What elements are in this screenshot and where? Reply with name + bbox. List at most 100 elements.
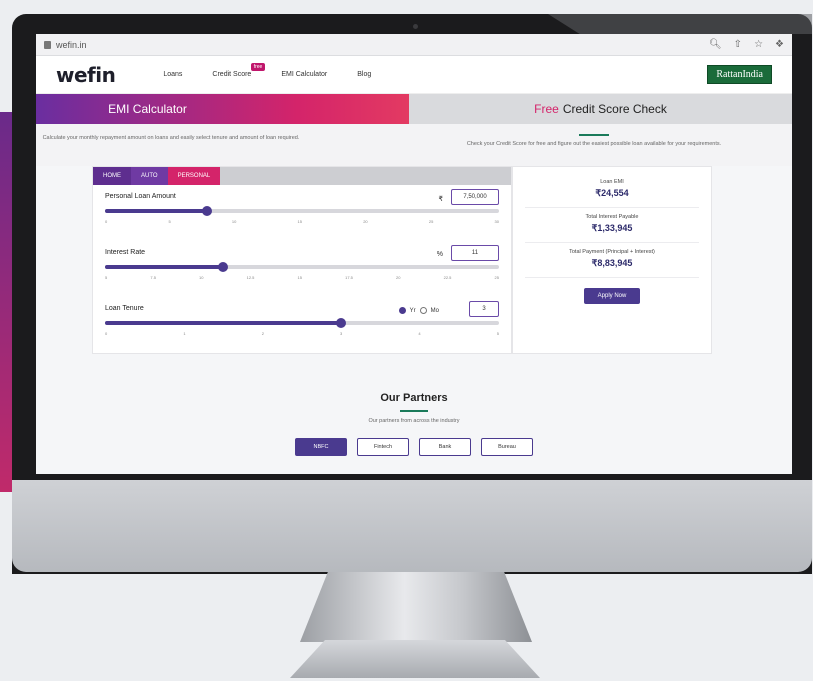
zoom-icon[interactable]: 🔍︎ — [709, 39, 722, 50]
partner-bureau-button[interactable]: Bureau — [481, 438, 533, 456]
slider-tick-label: 25 — [494, 275, 499, 280]
slider-tick-label: 22.5 — [443, 275, 452, 280]
radio-month-label: Mo — [430, 307, 439, 314]
camera-icon — [413, 24, 418, 29]
slider-tick-label: 20 — [363, 219, 368, 224]
partners-section: Our Partners Our partners from across th… — [36, 392, 792, 456]
monitor-mockup: wefin.in 🔍︎ ⇧ ☆ ❖ wefin Loans Credit Sco… — [0, 0, 813, 681]
credit-header-rest: Credit Score Check — [562, 102, 667, 116]
loan-amount-field: Personal Loan Amount ₹ 7,50,000 0 5 10 15 20… — [93, 185, 511, 241]
result-total-label: Total Payment (Principal + Interest) — [569, 249, 655, 255]
slider-tick-label: 17.5 — [345, 275, 353, 280]
emi-description: Calculate your monthly repayment amount … — [42, 135, 300, 141]
percent-icon: % — [436, 251, 443, 258]
interest-rate-input[interactable]: 11 — [451, 245, 499, 261]
slider-fill — [105, 321, 342, 325]
loan-amount-input[interactable]: 7,50,000 — [451, 189, 499, 205]
slider-tick-label: 15 — [297, 275, 302, 280]
result-interest-label: Total Interest Payable — [585, 214, 639, 220]
emi-result-panel: Loan EMI ₹24,554 Total Interest Payable … — [512, 166, 712, 354]
partners-title: Our Partners — [380, 392, 448, 404]
partners-subtitle: Our partners from across the industry — [368, 418, 460, 424]
credit-description: Check your Credit Score for free and fig… — [306, 124, 792, 166]
result-interest-value: ₹1,33,945 — [591, 223, 633, 233]
credit-header[interactable]: Free Credit Score Check — [409, 94, 792, 124]
radio-year-label: Yr — [409, 307, 416, 314]
credit-header-free: Free — [534, 102, 559, 116]
result-total-value: ₹8,83,945 — [591, 258, 633, 268]
slider-tick-label: 20 — [396, 275, 401, 280]
slider-tick-label: 5 — [496, 331, 499, 336]
monitor-base — [290, 640, 540, 678]
section-headers: EMI Calculator Free Credit Score Check — [36, 94, 792, 124]
slider-tick-label: 12.5 — [246, 275, 255, 280]
partner-logo: RattanIndia — [707, 65, 772, 84]
tab-home[interactable]: HOME — [93, 167, 131, 185]
slider-fill — [105, 265, 224, 269]
slider-tick-label: 2 — [261, 331, 264, 336]
slider-tick-label: 1 — [183, 331, 186, 336]
descriptions: Calculate your monthly repayment amount … — [36, 124, 792, 166]
result-emi-value: ₹24,554 — [595, 188, 629, 198]
nav-credit-score-label: Credit Score — [212, 71, 252, 78]
slider-handle[interactable] — [218, 262, 229, 272]
loan-tenure-label: Loan Tenure — [105, 305, 144, 312]
slider-fill — [105, 209, 208, 213]
site-nav: wefin Loans Credit Score free EMI Calcula… — [36, 56, 792, 94]
radio-month[interactable] — [419, 307, 427, 314]
nav-emi-calculator[interactable]: EMI Calculator — [281, 71, 327, 78]
loan-tenure-field: Loan Tenure Yr Mo 3 0 1 2 3 4 5 — [93, 297, 511, 353]
slider-tick-label: 4 — [418, 331, 421, 336]
slider-tick-label: 10 — [231, 219, 237, 224]
slider-tick-label: 7.5 — [150, 275, 156, 280]
monitor-chin — [12, 480, 812, 572]
loan-type-tabs: HOME AUTO PERSONAL — [93, 167, 511, 185]
apply-now-button[interactable]: Apply Now — [584, 288, 640, 304]
slider-tick-label: 3 — [340, 331, 343, 336]
loan-tenure-input[interactable]: 3 — [469, 301, 499, 317]
partner-bank-button[interactable]: Bank — [419, 438, 471, 456]
nav-credit-score[interactable]: Credit Score free — [212, 63, 266, 78]
tenure-unit-radios: Yr Mo — [398, 307, 439, 314]
result-emi: Loan EMI ₹24,554 — [525, 173, 699, 208]
emi-calculator-panel: HOME AUTO PERSONAL Personal Loan Amount … — [92, 166, 512, 354]
slider-tick-label: 0 — [105, 219, 108, 224]
result-total: Total Payment (Principal + Interest) ₹8,… — [525, 243, 699, 278]
free-badge: free — [250, 63, 266, 71]
calculator-row: HOME AUTO PERSONAL Personal Loan Amount … — [36, 166, 792, 354]
credit-divider — [579, 134, 609, 136]
url-text[interactable]: wefin.in — [56, 40, 697, 50]
loan-amount-ticks: 0 5 10 15 20 25 30 — [105, 219, 499, 224]
interest-rate-ticks: 5 7.5 10 12.5 15 17.5 20 22.5 25 — [105, 275, 499, 280]
screen: wefin.in 🔍︎ ⇧ ☆ ❖ wefin Loans Credit Sco… — [36, 34, 792, 474]
tab-personal[interactable]: PERSONAL — [167, 167, 221, 185]
partner-fintech-button[interactable]: Fintech — [357, 438, 409, 456]
nav-blog[interactable]: Blog — [357, 71, 371, 78]
result-interest: Total Interest Payable ₹1,33,945 — [525, 208, 699, 243]
nav-loans[interactable]: Loans — [163, 71, 182, 78]
radio-year[interactable] — [398, 307, 406, 314]
star-icon[interactable]: ☆ — [754, 39, 763, 50]
tab-auto[interactable]: AUTO — [131, 167, 168, 185]
slider-handle[interactable] — [202, 206, 213, 216]
lock-icon — [44, 40, 51, 49]
interest-rate-slider[interactable] — [105, 262, 499, 272]
extension-icon[interactable]: ❖ — [775, 39, 784, 50]
slider-tick-label: 10 — [199, 275, 204, 280]
loan-tenure-ticks: 0 1 2 3 4 5 — [105, 331, 499, 336]
share-icon[interactable]: ⇧ — [734, 39, 742, 50]
emi-header: EMI Calculator — [36, 94, 409, 124]
rupee-icon: ₹ — [438, 196, 443, 203]
partner-nbfc-button[interactable]: NBFC — [295, 438, 347, 456]
address-bar[interactable]: wefin.in 🔍︎ ⇧ ☆ ❖ — [36, 34, 792, 56]
loan-amount-slider[interactable] — [105, 206, 499, 216]
slider-tick-label: 15 — [297, 219, 302, 224]
site-logo[interactable]: wefin — [56, 63, 116, 87]
partner-filter-buttons: NBFC Fintech Bank Bureau — [36, 438, 792, 456]
credit-description-text: Check your Credit Score for free and fig… — [466, 141, 722, 147]
slider-tick-label: 5 — [105, 275, 108, 280]
slider-tick-label: 0 — [105, 331, 108, 336]
interest-rate-field: Interest Rate % 11 5 7.5 10 12.5 15 17.5 20 22.… — [93, 241, 511, 297]
slider-handle[interactable] — [336, 318, 347, 328]
loan-tenure-slider[interactable] — [105, 318, 499, 328]
